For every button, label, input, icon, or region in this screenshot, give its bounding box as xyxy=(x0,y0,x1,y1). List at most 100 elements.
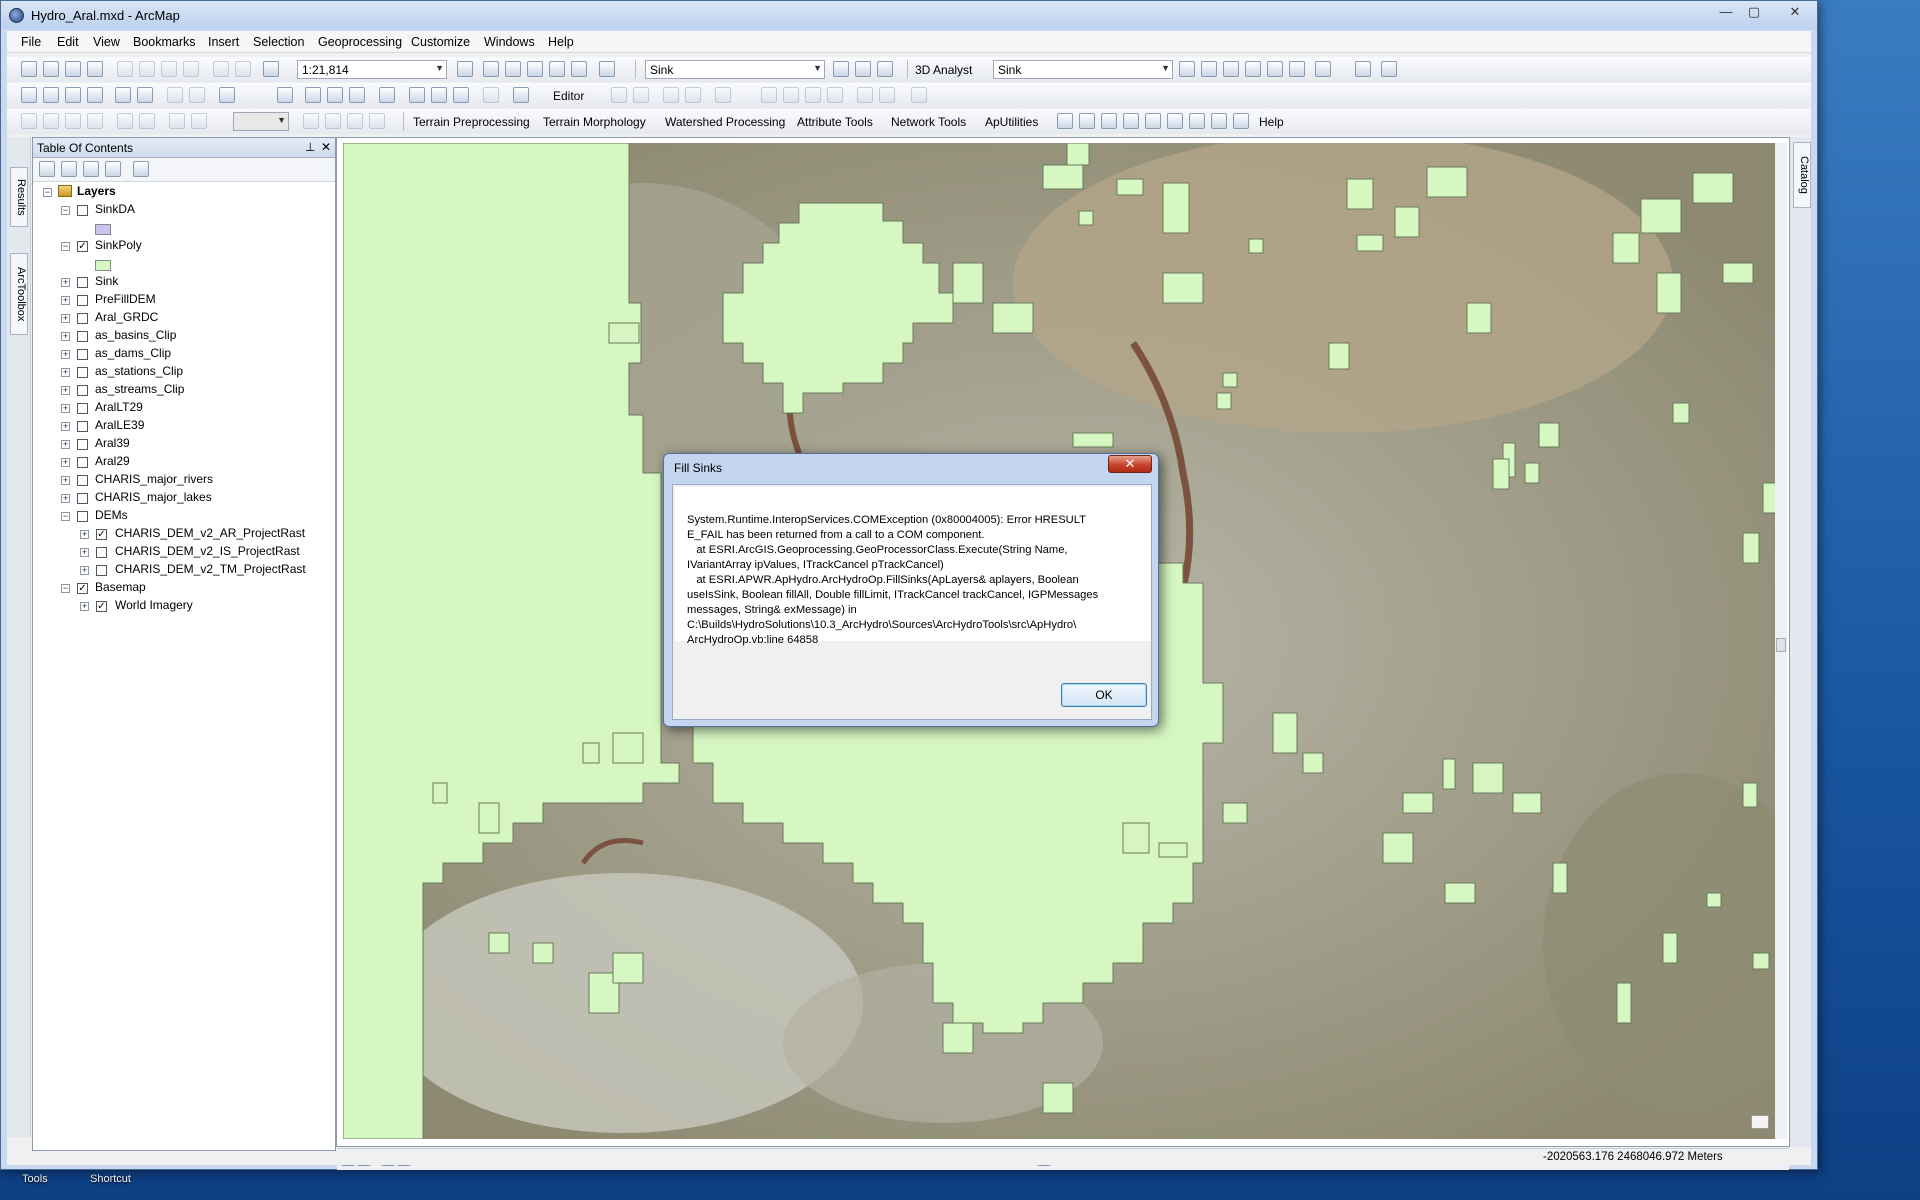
profile-icon[interactable] xyxy=(1245,61,1261,77)
expand-icon[interactable]: + xyxy=(61,350,70,359)
expand-icon[interactable]: + xyxy=(80,548,89,557)
cut-polygons-icon[interactable] xyxy=(715,87,731,103)
arctoolbox-tab[interactable]: ArcToolbox xyxy=(10,253,28,335)
reshape-icon[interactable] xyxy=(685,87,701,103)
network-icon[interactable] xyxy=(1167,113,1183,129)
visibility-checkbox[interactable] xyxy=(77,511,88,522)
expand-icon[interactable]: + xyxy=(61,440,70,449)
copy-icon[interactable] xyxy=(139,61,155,77)
cut-icon[interactable] xyxy=(117,61,133,77)
split-icon[interactable] xyxy=(761,87,777,103)
pencil-icon[interactable] xyxy=(1233,113,1249,129)
expand-icon[interactable]: + xyxy=(61,476,70,485)
expand-icon[interactable]: + xyxy=(61,386,70,395)
visibility-checkbox[interactable] xyxy=(77,295,88,306)
swipe-icon[interactable] xyxy=(513,87,529,103)
hammer-icon[interactable] xyxy=(833,61,849,77)
expand-icon[interactable]: + xyxy=(61,368,70,377)
contour-tool-icon[interactable] xyxy=(1179,61,1195,77)
create-features-icon[interactable] xyxy=(857,87,873,103)
menu-file[interactable]: File xyxy=(21,35,41,49)
delete-icon[interactable] xyxy=(183,61,199,77)
collapse-icon[interactable]: − xyxy=(61,242,70,251)
collapse-icon[interactable]: − xyxy=(61,206,70,215)
visibility-checkbox-checked[interactable]: ✓ xyxy=(96,601,107,612)
expand-icon[interactable]: + xyxy=(61,422,70,431)
editor-options-icon[interactable] xyxy=(911,87,927,103)
visibility-checkbox[interactable] xyxy=(77,439,88,450)
minimize-button[interactable]: — xyxy=(1713,3,1739,23)
list-by-drawing-order-icon[interactable] xyxy=(39,161,55,177)
visibility-checkbox-checked[interactable]: ✓ xyxy=(77,583,88,594)
globe-icon[interactable] xyxy=(1355,61,1371,77)
line-of-sight-icon[interactable] xyxy=(1223,61,1239,77)
edit-vertices-icon[interactable] xyxy=(663,87,679,103)
layer-select[interactable]: Sink ▼ xyxy=(645,60,825,79)
expand-icon[interactable]: + xyxy=(80,530,89,539)
3d-analyst-menu[interactable]: 3D Analyst xyxy=(915,63,972,77)
visibility-checkbox[interactable] xyxy=(77,403,88,414)
rotate-icon[interactable] xyxy=(783,87,799,103)
close-window-button[interactable]: ✕ xyxy=(1775,3,1815,23)
toc-options-icon[interactable] xyxy=(133,161,149,177)
time-slider-icon[interactable] xyxy=(483,87,499,103)
graph-icon[interactable] xyxy=(1315,61,1331,77)
visibility-checkbox[interactable] xyxy=(77,385,88,396)
layout-zoom-select[interactable]: ▼ xyxy=(233,112,289,131)
expand-icon[interactable]: + xyxy=(80,566,89,575)
previous-extent-icon[interactable] xyxy=(169,113,185,129)
identify-icon[interactable] xyxy=(305,87,321,103)
archydro-help-menu[interactable]: Help xyxy=(1259,115,1284,129)
web-service-icon[interactable] xyxy=(1189,113,1205,129)
visibility-checkbox[interactable] xyxy=(77,313,88,324)
go-to-xy-icon[interactable] xyxy=(453,87,469,103)
sketch-properties-icon[interactable] xyxy=(827,87,843,103)
edit-annotation-icon[interactable] xyxy=(879,87,895,103)
html-popup-icon[interactable] xyxy=(349,87,365,103)
collapse-icon[interactable]: − xyxy=(43,188,52,197)
flag-icon[interactable] xyxy=(1211,113,1227,129)
visibility-checkbox[interactable] xyxy=(77,205,88,216)
menu-geoprocessing[interactable]: Geoprocessing xyxy=(318,35,402,49)
search-window-icon[interactable] xyxy=(527,61,543,77)
find-icon[interactable] xyxy=(409,87,425,103)
pin-icon[interactable]: ⊥ xyxy=(305,140,315,154)
fixed-zoom-in-icon[interactable] xyxy=(115,87,131,103)
visibility-checkbox[interactable] xyxy=(96,547,107,558)
straight-segment-icon[interactable] xyxy=(633,87,649,103)
close-icon[interactable]: ✕ xyxy=(321,140,331,154)
analyst-layer-select[interactable]: Sink ▼ xyxy=(993,60,1173,79)
scroll-thumb[interactable] xyxy=(1776,638,1786,652)
expand-icon[interactable]: + xyxy=(61,332,70,341)
menu-windows[interactable]: Windows xyxy=(484,35,535,49)
redo-icon[interactable] xyxy=(235,61,251,77)
expand-icon[interactable]: + xyxy=(61,314,70,323)
visibility-checkbox[interactable] xyxy=(77,457,88,468)
visibility-checkbox[interactable] xyxy=(77,493,88,504)
forward-arrow-icon[interactable] xyxy=(189,87,205,103)
change-layout-icon[interactable] xyxy=(347,113,363,129)
select-elements-icon[interactable] xyxy=(277,87,293,103)
editor-menu[interactable]: Editor xyxy=(553,89,584,103)
collapse-icon[interactable]: − xyxy=(61,584,70,593)
visibility-checkbox[interactable] xyxy=(77,331,88,342)
collapse-icon[interactable]: − xyxy=(61,512,70,521)
visibility-checkbox-checked[interactable]: ✓ xyxy=(96,529,107,540)
python-window-icon[interactable] xyxy=(571,61,587,77)
dialog-close-button[interactable]: ✕ xyxy=(1108,455,1152,473)
new-document-icon[interactable] xyxy=(21,61,37,77)
sinkpoly-symbol-swatch[interactable] xyxy=(95,260,111,271)
expand-icon[interactable]: + xyxy=(80,602,89,611)
zoom-in-icon[interactable] xyxy=(21,87,37,103)
focus-frame-icon[interactable] xyxy=(325,113,341,129)
desktop-label-tools[interactable]: Tools xyxy=(22,1173,48,1185)
edit-tool-icon[interactable] xyxy=(611,87,627,103)
table-of-contents-icon[interactable] xyxy=(483,61,499,77)
slope-icon[interactable] xyxy=(877,61,893,77)
maximize-button[interactable]: ▢ xyxy=(1741,3,1767,23)
save-icon[interactable] xyxy=(65,61,81,77)
results-tab[interactable]: Results xyxy=(10,167,28,227)
zoom-100-icon[interactable] xyxy=(117,113,133,129)
layout-zoom-in-icon[interactable] xyxy=(21,113,37,129)
catalog-tab[interactable]: Catalog xyxy=(1793,142,1811,208)
